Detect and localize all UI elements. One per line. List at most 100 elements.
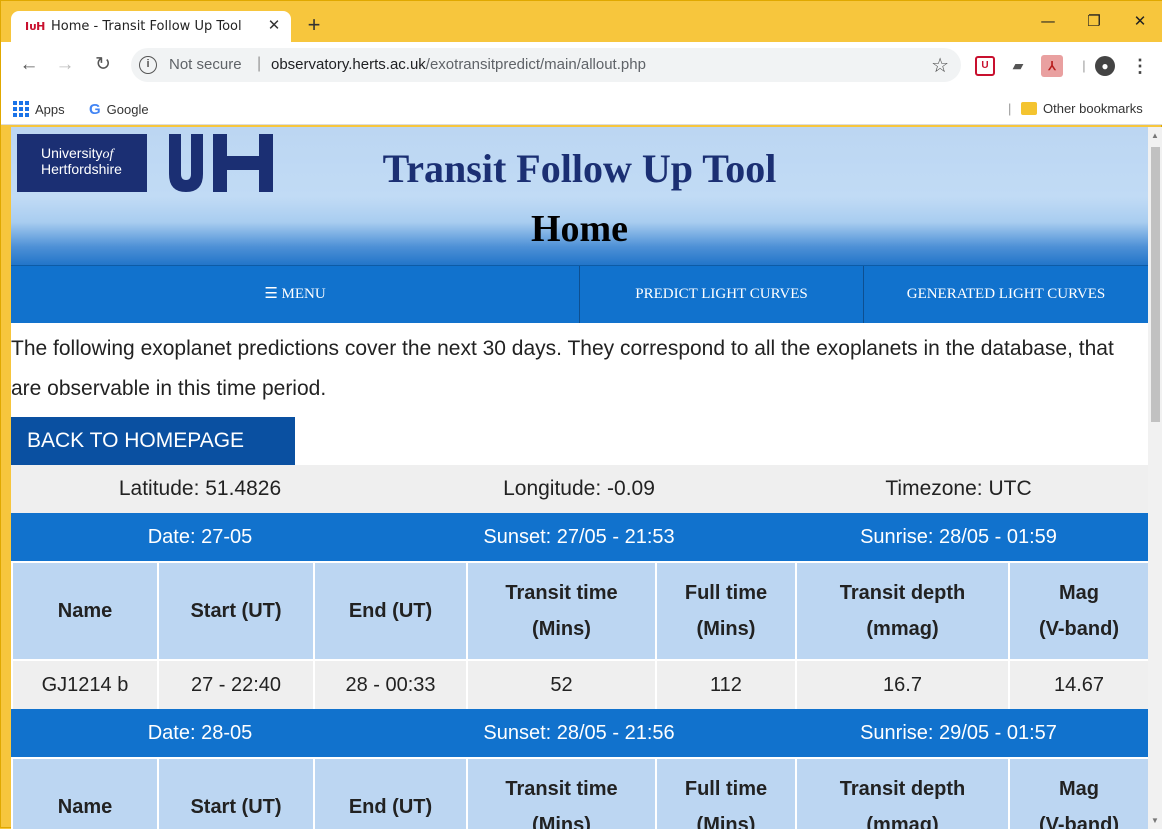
back-to-homepage-button[interactable]: BACK TO HOMEPAGE (11, 417, 295, 465)
window-controls: — ❐ ✕ (1025, 1, 1162, 41)
col-full-time-header: Full time (Mins) (655, 561, 797, 661)
info-icon[interactable]: i (139, 56, 157, 74)
page-subtitle: Home (530, 208, 629, 250)
date-text: Date: 28-05 (147, 722, 253, 744)
col-start-header: Start (UT) (157, 757, 315, 829)
toolbar-separator: | (1082, 58, 1086, 73)
google-icon: G (89, 101, 101, 118)
bookmark-star-icon[interactable]: ☆ (931, 53, 949, 78)
bookmark-other-label: Other bookmarks (1043, 101, 1143, 116)
back-arrow-icon[interactable]: ← (15, 51, 43, 79)
table-header-row: Name Start (UT) End (UT) Transit time (Mi… (11, 561, 1148, 661)
forward-arrow-icon[interactable]: → (51, 51, 79, 79)
col-full-time-header: Full time (Mins) (655, 757, 797, 829)
scroll-up-icon[interactable]: ▲ (1151, 131, 1159, 140)
col-depth-header: Transit depth (mmag) (795, 561, 1010, 661)
tab-close-icon[interactable]: ✕ (265, 17, 283, 35)
folder-icon (1021, 102, 1037, 115)
new-tab-icon[interactable]: + (303, 14, 325, 37)
nav-generated-light-curves[interactable]: GENERATED LIGHT CURVES (863, 266, 1148, 323)
page-viewport: Universityof Hertfordshire Transit Follo… (11, 127, 1148, 829)
date-row: Date: 27-05 Sunset: 27/05 - 21:53 Sunris… (11, 513, 1148, 561)
nav-menu-label: MENU (281, 286, 326, 302)
cell-full-time: 112 (655, 659, 797, 711)
extension-pdf-icon[interactable]: ⅄ (1041, 55, 1063, 77)
browser-tab[interactable]: IᴜH Home - Transit Follow Up Tool ✕ (11, 11, 291, 42)
nav-predict-light-curves[interactable]: PREDICT LIGHT CURVES (579, 266, 863, 323)
uh-favicon-icon: IᴜH (25, 20, 46, 33)
latitude-text: Latitude: 51.4826 (118, 477, 282, 500)
cell-end: 28 - 00:33 (313, 659, 468, 711)
col-depth-header: Transit depth (mmag) (795, 757, 1010, 829)
cell-name: GJ1214 b (11, 659, 159, 711)
browser-toolbar: ← → ↻ i Not secure | observatory.herts.a… (1, 42, 1162, 95)
col-depth-unit: (mmag) (866, 618, 939, 640)
extension-flag-icon[interactable]: ▰ (1007, 55, 1029, 77)
col-transit-time-unit: (Mins) (532, 618, 591, 640)
location-info-row: Latitude: 51.4826 Longitude: -0.09 Timez… (11, 465, 1148, 513)
col-mag-unit: (V-band) (1039, 814, 1119, 829)
sunrise-text: Sunrise: 29/05 - 01:57 (860, 722, 1057, 744)
longitude-text: Longitude: -0.09 (503, 477, 655, 500)
date-text: Date: 27-05 (147, 526, 253, 548)
minimize-icon[interactable]: — (1025, 1, 1071, 41)
nav-generated-label: GENERATED LIGHT CURVES (906, 286, 1106, 302)
scroll-down-icon[interactable]: ▼ (1151, 816, 1159, 825)
extension-pocket-icon[interactable]: U (975, 56, 995, 76)
profile-avatar-icon[interactable]: ● (1095, 56, 1115, 76)
col-start-header: Start (UT) (157, 561, 315, 661)
col-depth-label: Transit depth (839, 582, 966, 604)
hamburger-icon: ☰ (264, 286, 278, 302)
tab-title: Home - Transit Follow Up Tool (51, 19, 242, 34)
col-mag-header: Mag (V-band) (1008, 561, 1148, 661)
reload-icon[interactable]: ↻ (89, 51, 117, 79)
bookmark-apps[interactable]: Apps (13, 101, 65, 117)
browser-window: IᴜH Home - Transit Follow Up Tool ✕ + — … (0, 0, 1162, 829)
bookmarks-separator: | (1008, 101, 1012, 116)
intro-paragraph: The following exoplanet predictions cove… (11, 337, 1114, 400)
nav-predict-label: PREDICT LIGHT CURVES (635, 286, 808, 302)
col-mag-label: Mag (1059, 582, 1099, 604)
url-separator: | (257, 55, 262, 72)
url-host: observatory.herts.ac.uk (271, 56, 426, 73)
page-title: Transit Follow Up Tool (382, 146, 777, 191)
cell-mag: 14.67 (1008, 659, 1148, 711)
table-header-row: Name Start (UT) End (UT) Transit time (Mi… (11, 757, 1148, 829)
col-transit-time-header: Transit time (Mins) (466, 561, 657, 661)
bookmark-other[interactable]: Other bookmarks (1021, 101, 1143, 116)
close-window-icon[interactable]: ✕ (1117, 1, 1162, 41)
url-path: /exotransitpredict/main/allout.php (425, 56, 646, 73)
col-name-label: Name (57, 600, 113, 622)
apps-grid-icon (13, 101, 29, 117)
predictions-table: Name Start (UT) End (UT) Transit time (Mi… (11, 561, 1148, 711)
col-end-header: End (UT) (313, 561, 468, 661)
col-depth-label: Transit depth (839, 778, 966, 800)
nav-menu[interactable]: ☰ MENU (11, 266, 579, 323)
col-transit-time-unit: (Mins) (532, 814, 591, 829)
bookmark-google[interactable]: G Google (89, 101, 149, 118)
col-start-label: Start (UT) (190, 796, 282, 818)
bookmarks-bar: Apps G Google | Other bookmarks (1, 95, 1162, 125)
cell-transit-time: 52 (466, 659, 657, 711)
main-nav: ☰ MENU PREDICT LIGHT CURVES GENERATED LI… (11, 265, 1148, 323)
page-scrollbar[interactable]: ▲ ▼ (1148, 127, 1162, 829)
col-mag-unit: (V-band) (1039, 618, 1119, 640)
bookmark-google-label: Google (106, 102, 149, 117)
site-header: Universityof Hertfordshire Transit Follo… (11, 127, 1148, 265)
sunrise-text: Sunrise: 28/05 - 01:59 (860, 526, 1057, 548)
col-transit-time-header: Transit time (Mins) (466, 757, 657, 829)
bookmark-apps-label: Apps (35, 101, 65, 117)
cell-depth: 16.7 (795, 659, 1010, 711)
col-end-label: End (UT) (348, 600, 433, 622)
col-name-header: Name (11, 561, 159, 661)
address-bar[interactable]: i Not secure | observatory.herts.ac.uk/e… (131, 48, 961, 82)
scroll-thumb[interactable] (1151, 147, 1160, 422)
cell-start: 27 - 22:40 (157, 659, 315, 711)
tab-strip: IᴜH Home - Transit Follow Up Tool ✕ + — … (1, 1, 1162, 42)
restore-icon[interactable]: ❐ (1071, 1, 1117, 41)
col-full-time-label: Full time (684, 778, 768, 800)
col-name-label: Name (57, 796, 113, 818)
col-full-time-label: Full time (684, 582, 768, 604)
chrome-menu-icon[interactable]: ⋮ (1129, 55, 1151, 77)
col-end-label: End (UT) (348, 796, 433, 818)
